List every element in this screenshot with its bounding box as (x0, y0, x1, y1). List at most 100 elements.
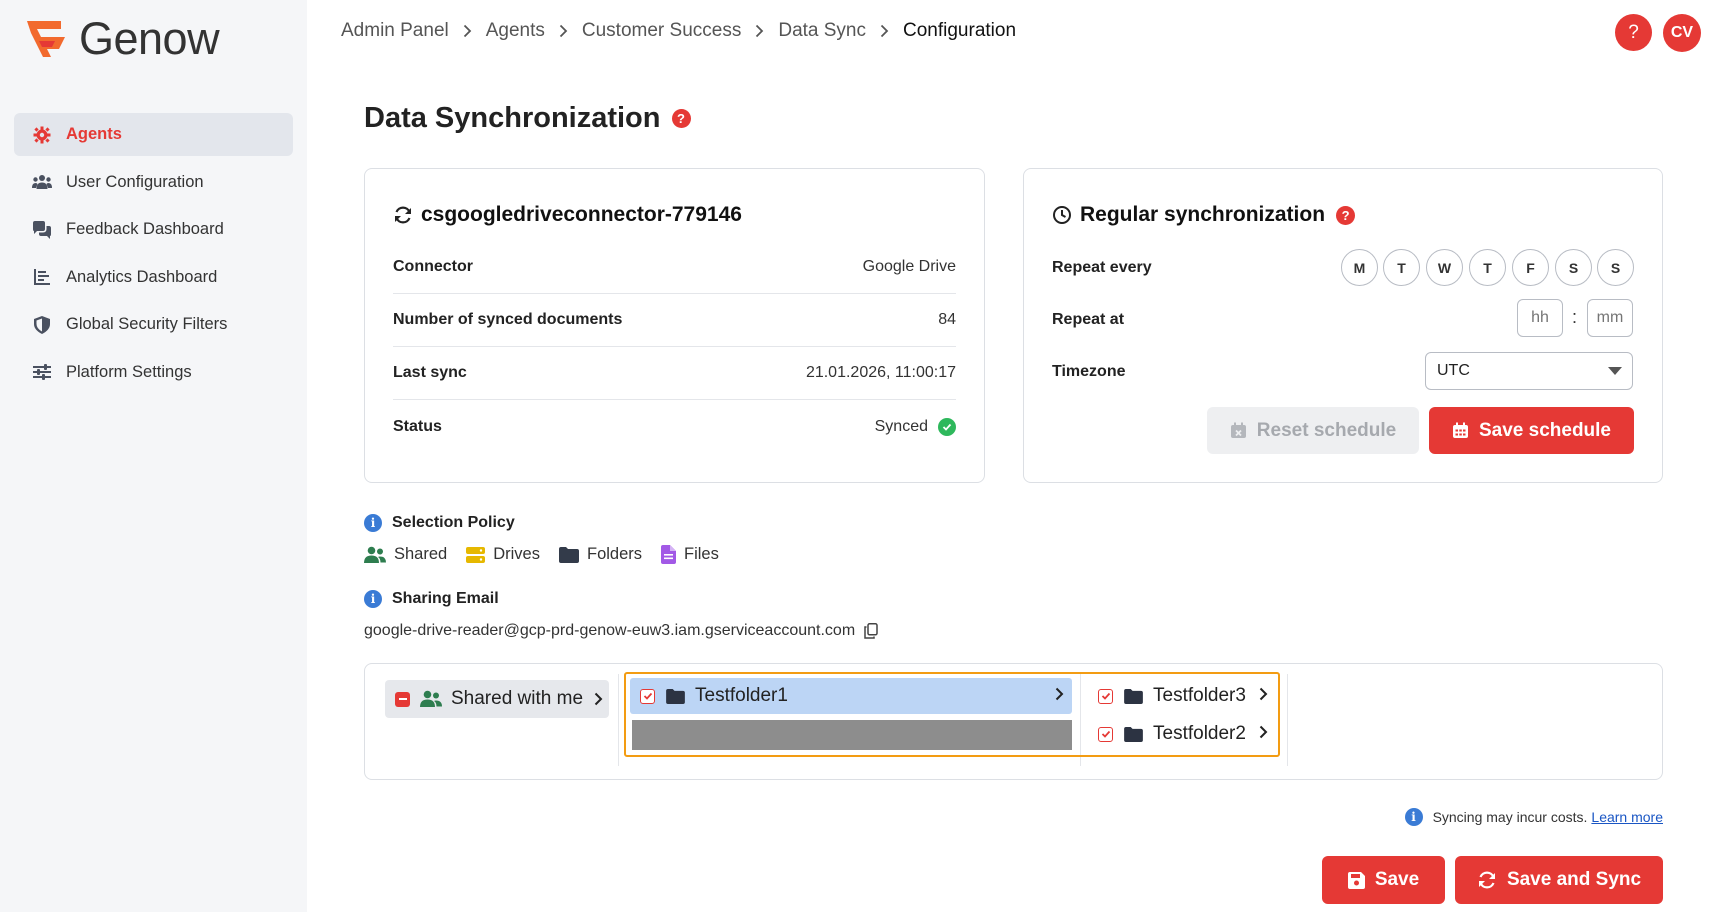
users-icon (364, 546, 386, 564)
clock-icon (1052, 205, 1072, 225)
sidebar-item-agents[interactable]: Agents (14, 113, 293, 156)
breadcrumb-configuration: Configuration (903, 20, 1017, 41)
day-saturday-toggle[interactable]: S (1555, 249, 1592, 286)
sidebar-item-label: Analytics Dashboard (66, 267, 218, 286)
learn-more-link[interactable]: Learn more (1591, 809, 1663, 825)
check-circle-icon (938, 417, 956, 436)
sharing-email-title: Sharing Email (392, 590, 499, 607)
connector-card: csgoogledriveconnector-779146 Connector … (364, 168, 985, 483)
avatar[interactable]: CV (1663, 14, 1701, 52)
page-title-text: Data Synchronization (364, 102, 661, 134)
sidebar-item-global-security-filters[interactable]: Global Security Filters (14, 303, 293, 346)
chevron-right-icon (755, 24, 764, 38)
chevron-right-icon (880, 24, 889, 38)
schedule-title: Regular synchronization (1080, 203, 1326, 226)
timezone-label: Timezone (1052, 363, 1126, 380)
info-icon: i (364, 514, 382, 532)
breadcrumb-data-sync[interactable]: Data Sync (778, 20, 866, 42)
row-label: Number of synced documents (393, 311, 623, 328)
day-sunday-toggle[interactable]: S (1597, 249, 1634, 286)
sidebar-item-user-configuration[interactable]: User Configuration (14, 161, 293, 204)
day-wednesday-toggle[interactable]: W (1426, 249, 1463, 286)
copy-icon[interactable] (864, 623, 878, 639)
sidebar-item-label: Platform Settings (66, 362, 192, 381)
sidebar-item-platform-settings[interactable]: Platform Settings (14, 351, 293, 394)
genow-logo[interactable]: Genow (25, 16, 220, 62)
users-icon (32, 172, 52, 192)
folder-browser: Shared with me Testfolder1 Testfolder3 T… (364, 663, 1663, 780)
selection-policy-heading: i Selection Policy (364, 514, 515, 532)
connector-card-title: csgoogledriveconnector-779146 (393, 203, 742, 227)
gear-icon (32, 125, 52, 145)
cost-note-text: Syncing may incur costs. (1432, 809, 1588, 825)
chevron-right-icon (559, 24, 568, 38)
policy-label: Files (684, 545, 719, 563)
policy-label: Shared (394, 545, 448, 563)
day-tuesday-toggle[interactable]: T (1383, 249, 1420, 286)
reset-schedule-label: Reset schedule (1256, 419, 1397, 441)
save-schedule-button[interactable]: Save schedule (1429, 407, 1634, 454)
row-label: Status (393, 417, 442, 435)
last-sync-row: Last sync 21.01.2026, 11:00:17 (393, 347, 956, 400)
day-monday-toggle[interactable]: M (1341, 249, 1378, 286)
sharing-email-heading: i Sharing Email (364, 590, 499, 608)
hour-input[interactable] (1517, 299, 1563, 337)
help-icon[interactable]: ? (1336, 205, 1356, 225)
row-value: Google Drive (862, 258, 956, 275)
sidebar-item-feedback-dashboard[interactable]: Feedback Dashboard (14, 208, 293, 251)
column-divider (618, 674, 619, 766)
policy-label: Folders (586, 545, 643, 563)
drive-icon (466, 546, 486, 564)
floppy-disk-icon (1347, 871, 1365, 889)
selection-policy-title: Selection Policy (392, 514, 515, 531)
row-label: Last sync (393, 364, 467, 381)
help-button[interactable]: ? (1615, 14, 1652, 51)
sidebar-item-label: Global Security Filters (66, 315, 228, 333)
sync-icon (1477, 870, 1497, 890)
connector-name: csgoogledriveconnector-779146 (421, 203, 742, 226)
sync-icon (393, 205, 413, 225)
folder-icon (558, 546, 579, 563)
synced-documents-row: Number of synced documents 84 (393, 294, 956, 347)
connector-row: Connector Google Drive (393, 241, 956, 294)
save-and-sync-button[interactable]: Save and Sync (1455, 856, 1663, 904)
row-label: Connector (393, 258, 473, 275)
calendar-x-icon (1230, 422, 1247, 439)
sidebar-item-analytics-dashboard[interactable]: Analytics Dashboard (14, 256, 293, 299)
save-schedule-label: Save schedule (1478, 419, 1612, 441)
column-divider (1287, 674, 1288, 766)
partial-checkbox[interactable] (395, 691, 410, 707)
chat-bubbles-icon (32, 220, 52, 240)
repeat-every-label: Repeat every (1052, 259, 1152, 276)
calendar-icon (1452, 422, 1469, 439)
schedule-card-title: Regular synchronization ? (1052, 203, 1356, 227)
shield-icon (32, 315, 52, 335)
policy-item-drives: Drives (466, 545, 540, 564)
sharing-email-address: google-drive-reader@gcp-prd-genow-euw3.i… (364, 622, 856, 639)
breadcrumb-customer-success[interactable]: Customer Success (582, 20, 741, 42)
sliders-icon (32, 362, 52, 382)
genow-logo-icon (25, 19, 71, 59)
sidebar: Genow Agents User Configuration Feedback… (0, 0, 307, 912)
policy-item-shared: Shared (364, 545, 447, 564)
sidebar-item-label: User Configuration (66, 172, 204, 191)
chevron-right-icon (463, 24, 472, 38)
help-icon[interactable]: ? (671, 109, 691, 128)
breadcrumb-admin-panel[interactable]: Admin Panel (341, 20, 449, 42)
day-friday-toggle[interactable]: F (1512, 249, 1549, 286)
breadcrumb-agents[interactable]: Agents (486, 20, 545, 42)
info-icon: i (1404, 808, 1423, 826)
day-thursday-toggle[interactable]: T (1469, 249, 1506, 286)
save-label: Save (1374, 869, 1420, 890)
sidebar-item-label: Feedback Dashboard (66, 220, 224, 238)
save-and-sync-label: Save and Sync (1506, 869, 1642, 890)
policy-label: Drives (493, 545, 540, 563)
minute-input[interactable] (1587, 299, 1633, 337)
chevron-down-icon (1608, 367, 1622, 375)
timezone-select[interactable]: UTC (1425, 352, 1633, 390)
breadcrumb: Admin Panel Agents Customer Success Data… (341, 20, 1016, 42)
reset-schedule-button[interactable]: Reset schedule (1207, 407, 1419, 454)
shared-with-me-node[interactable]: Shared with me (385, 680, 609, 718)
chevron-right-icon (594, 692, 603, 706)
save-button[interactable]: Save (1322, 856, 1445, 904)
